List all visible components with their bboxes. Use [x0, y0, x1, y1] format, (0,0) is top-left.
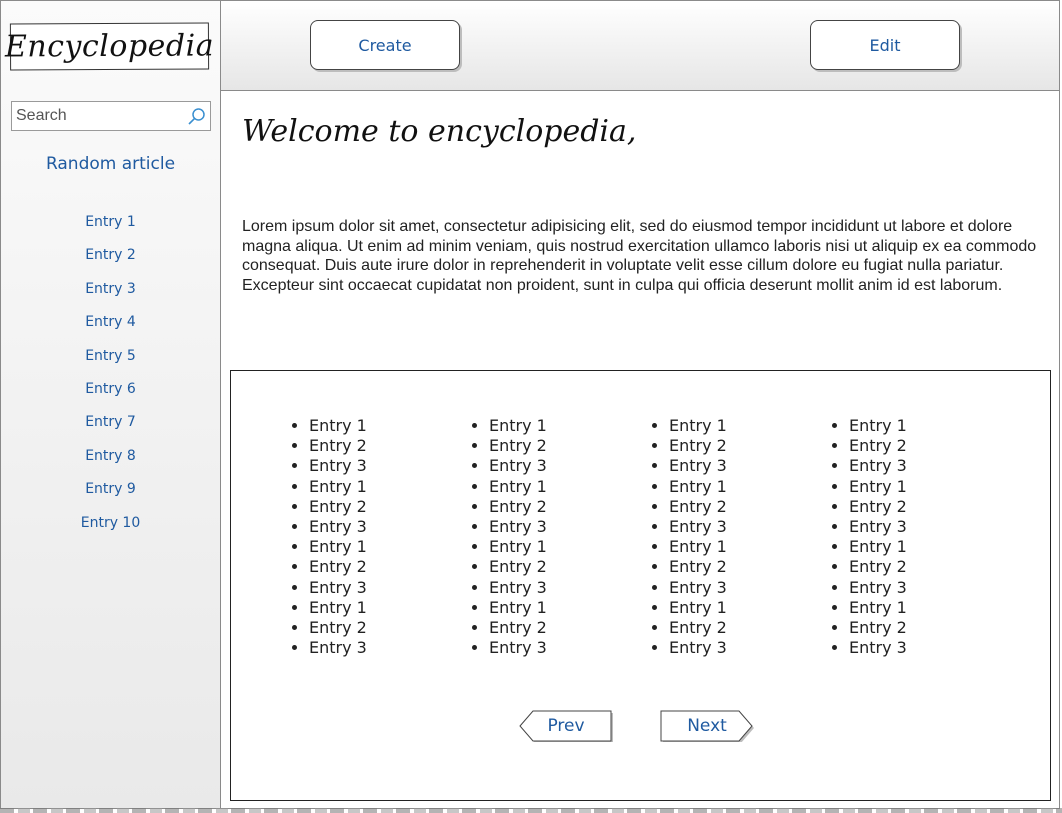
list-item[interactable]: Entry 1 — [309, 537, 439, 557]
sidebar-entry-link[interactable]: Entry 5 — [1, 344, 220, 377]
list-item[interactable]: Entry 1 — [849, 416, 979, 436]
list-item[interactable]: Entry 1 — [669, 537, 799, 557]
sidebar-entry-link[interactable]: Entry 10 — [1, 511, 220, 544]
search-icon[interactable] — [187, 107, 207, 127]
list-item[interactable]: Entry 3 — [669, 456, 799, 476]
list-item[interactable]: Entry 1 — [849, 477, 979, 497]
list-item[interactable]: Entry 2 — [669, 618, 799, 638]
logo: Encyclopedia — [5, 22, 214, 71]
list-item[interactable]: Entry 2 — [489, 557, 619, 577]
entry-column-1: Entry 1Entry 2Entry 3Entry 1Entry 2Entry… — [289, 416, 439, 658]
list-item[interactable]: Entry 1 — [489, 416, 619, 436]
list-item[interactable]: Entry 2 — [309, 618, 439, 638]
list-item[interactable]: Entry 3 — [669, 517, 799, 537]
list-item[interactable]: Entry 2 — [489, 436, 619, 456]
list-item[interactable]: Entry 2 — [309, 557, 439, 577]
entry-column-4: Entry 1Entry 2Entry 3Entry 1Entry 2Entry… — [829, 416, 979, 658]
list-item[interactable]: Entry 3 — [309, 517, 439, 537]
list-item[interactable]: Entry 1 — [489, 477, 619, 497]
list-item[interactable]: Entry 1 — [309, 477, 439, 497]
list-item[interactable]: Entry 3 — [849, 578, 979, 598]
entry-column-2: Entry 1Entry 2Entry 3Entry 1Entry 2Entry… — [469, 416, 619, 658]
list-item[interactable]: Entry 3 — [489, 517, 619, 537]
list-item[interactable]: Entry 3 — [309, 578, 439, 598]
search-input[interactable] — [16, 106, 184, 126]
search-box[interactable] — [11, 101, 211, 131]
entry-list-panel: Entry 1Entry 2Entry 3Entry 1Entry 2Entry… — [230, 370, 1051, 801]
list-item[interactable]: Entry 2 — [489, 497, 619, 517]
prev-button[interactable]: Prev — [519, 710, 613, 742]
list-item[interactable]: Entry 1 — [489, 598, 619, 618]
list-item[interactable]: Entry 1 — [669, 416, 799, 436]
sidebar-entry-list: Entry 1 Entry 2 Entry 3 Entry 4 Entry 5 Entry… — [1, 210, 220, 544]
toolbar: Create Edit — [221, 1, 1059, 91]
list-item[interactable]: Entry 2 — [849, 557, 979, 577]
entry-column-3: Entry 1Entry 2Entry 3Entry 1Entry 2Entry… — [649, 416, 799, 658]
sidebar-entry-link[interactable]: Entry 2 — [1, 243, 220, 276]
list-item[interactable]: Entry 3 — [309, 638, 439, 658]
list-item[interactable]: Entry 1 — [309, 416, 439, 436]
list-item[interactable]: Entry 1 — [669, 477, 799, 497]
sidebar-entry-link[interactable]: Entry 8 — [1, 444, 220, 477]
list-item[interactable]: Entry 1 — [849, 598, 979, 618]
list-item[interactable]: Entry 2 — [489, 618, 619, 638]
list-item[interactable]: Entry 3 — [849, 456, 979, 476]
intro-paragraph: Lorem ipsum dolor sit amet, consectetur … — [242, 218, 1037, 294]
list-item[interactable]: Entry 3 — [669, 638, 799, 658]
list-item[interactable]: Entry 3 — [849, 517, 979, 537]
page-title: Welcome to encyclopedia, — [242, 114, 637, 149]
list-item[interactable]: Entry 2 — [849, 497, 979, 517]
list-item[interactable]: Entry 1 — [849, 537, 979, 557]
list-item[interactable]: Entry 1 — [309, 598, 439, 618]
list-item[interactable]: Entry 3 — [489, 578, 619, 598]
sidebar-entry-link[interactable]: Entry 3 — [1, 277, 220, 310]
list-item[interactable]: Entry 2 — [849, 618, 979, 638]
prev-label: Prev — [547, 716, 585, 736]
list-item[interactable]: Entry 3 — [849, 638, 979, 658]
edit-button[interactable]: Edit — [810, 20, 960, 70]
list-item[interactable]: Entry 3 — [309, 456, 439, 476]
list-item[interactable]: Entry 1 — [669, 598, 799, 618]
random-article-link[interactable]: Random article — [1, 154, 220, 174]
list-item[interactable]: Entry 2 — [309, 497, 439, 517]
list-item[interactable]: Entry 2 — [849, 436, 979, 456]
list-item[interactable]: Entry 2 — [669, 497, 799, 517]
list-item[interactable]: Entry 3 — [669, 578, 799, 598]
next-label: Next — [687, 716, 727, 736]
list-item[interactable]: Entry 2 — [669, 557, 799, 577]
sidebar: Encyclopedia Random article Entry 1Entry… — [1, 1, 221, 808]
list-item[interactable]: Entry 2 — [669, 436, 799, 456]
sidebar-entry-link[interactable]: Entry 6 — [1, 377, 220, 410]
sidebar-entry-link[interactable]: Entry 7 — [1, 410, 220, 443]
list-item[interactable]: Entry 1 — [489, 537, 619, 557]
create-button[interactable]: Create — [310, 20, 460, 70]
next-button[interactable]: Next — [660, 710, 754, 742]
sidebar-entry-link[interactable]: Entry 1 — [1, 210, 220, 243]
list-item[interactable]: Entry 2 — [309, 436, 439, 456]
list-item[interactable]: Entry 3 — [489, 456, 619, 476]
sidebar-entry-link[interactable]: Entry 4 — [1, 310, 220, 343]
sidebar-entry-link[interactable]: Entry 9 — [1, 477, 220, 510]
list-item[interactable]: Entry 3 — [489, 638, 619, 658]
sketch-edge — [0, 808, 1062, 813]
